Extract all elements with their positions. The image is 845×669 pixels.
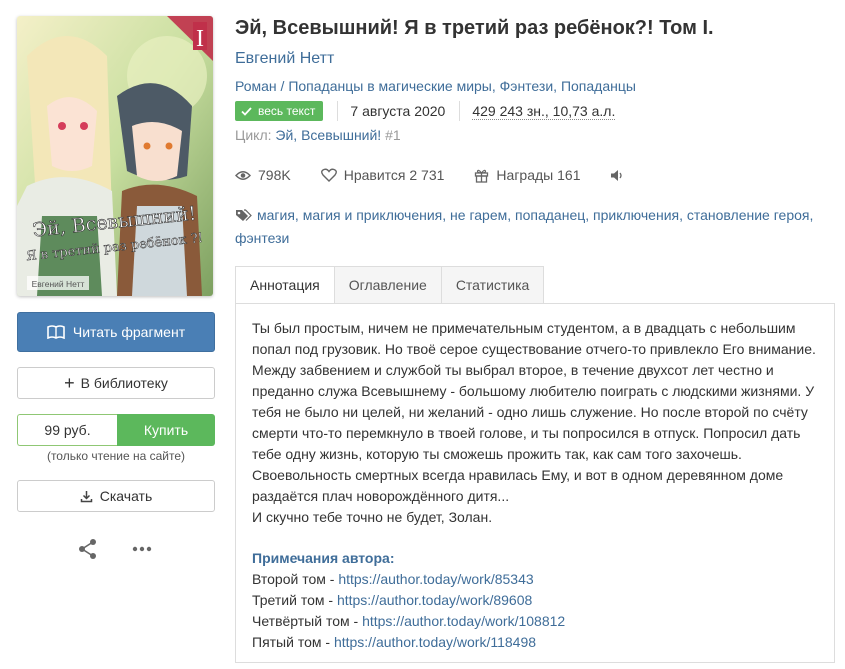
genres: Роман / Попаданцы в магические миры, Фэн… xyxy=(235,78,636,94)
share-icon[interactable] xyxy=(77,538,99,560)
buy-note: (только чтение на сайте) xyxy=(46,449,186,463)
eye-icon xyxy=(235,170,251,181)
speaker-icon xyxy=(610,169,624,182)
book-title: Эй, Всевышний! Я в третий раз ребёнок?! … xyxy=(235,17,714,39)
note-label: Третий том - xyxy=(252,592,337,608)
likes-count: 2 731 xyxy=(409,167,445,183)
download-icon xyxy=(80,490,93,503)
tag-link[interactable]: не гарем xyxy=(450,207,507,223)
tab-bar: Аннотация Оглавление Статистика xyxy=(235,266,545,304)
book-open-icon xyxy=(47,325,65,339)
views-stat: 798K xyxy=(235,167,291,183)
book-size: 429 243 зн., 10,73 а.л. xyxy=(472,102,616,120)
annotation-line: тебя не было ни целей, ни желаний - одно… xyxy=(252,404,808,420)
note-link[interactable]: https://author.today/work/108812 xyxy=(362,613,565,629)
gift-icon xyxy=(474,168,489,183)
note-label: Второй том - xyxy=(252,571,339,587)
note-label: Пятый том - xyxy=(252,634,334,650)
annotation-line: раздаётся плач новорождённого дитя... xyxy=(252,488,510,504)
tag-link[interactable]: попаданец xyxy=(515,207,585,223)
awards-label: Награды xyxy=(496,167,554,183)
genre-link[interactable]: Роман xyxy=(235,78,277,94)
buy-group: 99 руб. Купить xyxy=(17,414,215,446)
download-button[interactable]: Скачать xyxy=(17,480,215,512)
read-fragment-label: Читать фрагмент xyxy=(72,324,186,340)
more-options-icon[interactable] xyxy=(131,541,153,557)
likes-label: Нравится xyxy=(343,167,406,183)
tag-link[interactable]: магия и приключения xyxy=(303,207,443,223)
audio-stat[interactable] xyxy=(610,169,631,182)
note-line: Четвёртый том - https://author.today/wor… xyxy=(252,611,818,632)
tab-contents[interactable]: Оглавление xyxy=(333,266,441,304)
note-link[interactable]: https://author.today/work/118498 xyxy=(334,634,536,650)
check-icon xyxy=(241,106,252,116)
status-badge: весь текст xyxy=(235,101,324,121)
divider xyxy=(337,101,339,121)
note-label: Четвёртый том - xyxy=(252,613,363,629)
cycle-label: Цикл: xyxy=(235,127,272,143)
genre-link[interactable]: Фэнтези xyxy=(500,78,554,94)
book-cover[interactable]: I Эй, Всевышний! Я в третий раз ребёнок … xyxy=(17,16,213,296)
add-to-library-button[interactable]: + В библиотеку xyxy=(17,367,215,399)
price-label: 99 руб. xyxy=(17,414,117,446)
note-link[interactable]: https://author.today/work/89608 xyxy=(337,592,532,608)
download-label: Скачать xyxy=(99,488,153,504)
note-line: Второй том - https://author.today/work/8… xyxy=(252,569,818,590)
annotation-line: смерти что-то перемкнуло в твоей голове,… xyxy=(252,425,801,441)
genre-link[interactable]: Попаданцы в магические миры xyxy=(288,78,492,94)
heart-icon xyxy=(320,168,337,182)
cover-author: Евгений Нетт xyxy=(32,279,85,289)
status-badge-label: весь текст xyxy=(258,104,316,118)
cycle-link[interactable]: Эй, Всевышний! xyxy=(275,127,381,143)
tag-link[interactable]: магия xyxy=(257,207,295,223)
divider xyxy=(459,101,461,121)
awards-count: 161 xyxy=(557,167,581,183)
annotation-line: Между забвением и службой ты выбрал втор… xyxy=(252,362,774,378)
author-link[interactable]: Евгений Нетт xyxy=(235,50,334,68)
book-stats: 798K Нравится 2 731 Награды 161 xyxy=(235,165,661,185)
tag-link[interactable]: становление героя xyxy=(687,207,810,223)
genre-link[interactable]: Попаданцы xyxy=(561,78,636,94)
annotation-line: Своевольность смертных всегда нравилась … xyxy=(252,467,784,483)
buy-button[interactable]: Купить xyxy=(117,414,215,446)
read-fragment-button[interactable]: Читать фрагмент xyxy=(17,312,215,352)
tab-statistics[interactable]: Статистика xyxy=(440,266,545,304)
cycle-number: #1 xyxy=(385,127,401,143)
annotation-text: Ты был простым, ничем не примечательным … xyxy=(252,318,818,528)
book-meta: весь текст 7 августа 2020 429 243 зн., 1… xyxy=(235,100,616,122)
awards-stat[interactable]: Награды 161 xyxy=(474,167,580,183)
cycle-info: Цикл: Эй, Всевышний! #1 xyxy=(235,127,401,143)
add-to-library-label: В библиотеку xyxy=(80,375,168,391)
author-notes-heading: Примечания автора: xyxy=(252,550,395,566)
tab-annotation[interactable]: Аннотация xyxy=(235,266,334,304)
tag-link[interactable]: фэнтези xyxy=(235,230,289,246)
tag-icon xyxy=(235,207,252,228)
annotation-line: преданно служа Всевышнему - большому люб… xyxy=(252,383,815,399)
likes-stat[interactable]: Нравится 2 731 xyxy=(320,167,445,183)
annotation-line: тебе одну жизнь, которую ты сможешь прож… xyxy=(252,446,742,462)
tag-link[interactable]: приключения xyxy=(593,207,679,223)
annotation-line: Ты был простым, ничем не примечательным … xyxy=(252,320,796,336)
note-line: Третий том - https://author.today/work/8… xyxy=(252,590,818,611)
tag-list: магия, магия и приключения, не гарем, по… xyxy=(235,207,814,246)
views-count: 798K xyxy=(258,167,291,183)
cover-volume: I xyxy=(196,26,204,52)
publish-date: 7 августа 2020 xyxy=(350,103,446,119)
annotation-line: И скучно тебе точно не будет, Золан. xyxy=(252,509,493,525)
plus-icon: + xyxy=(64,373,75,393)
annotation-panel: Ты был простым, ничем не примечательным … xyxy=(235,303,835,663)
note-line: Пятый том - https://author.today/work/11… xyxy=(252,632,818,653)
note-link[interactable]: https://author.today/work/85343 xyxy=(338,571,533,587)
annotation-line: попал под грузовик. Но твоё серое сущест… xyxy=(252,341,816,357)
author-notes: Второй том - https://author.today/work/8… xyxy=(252,569,818,653)
